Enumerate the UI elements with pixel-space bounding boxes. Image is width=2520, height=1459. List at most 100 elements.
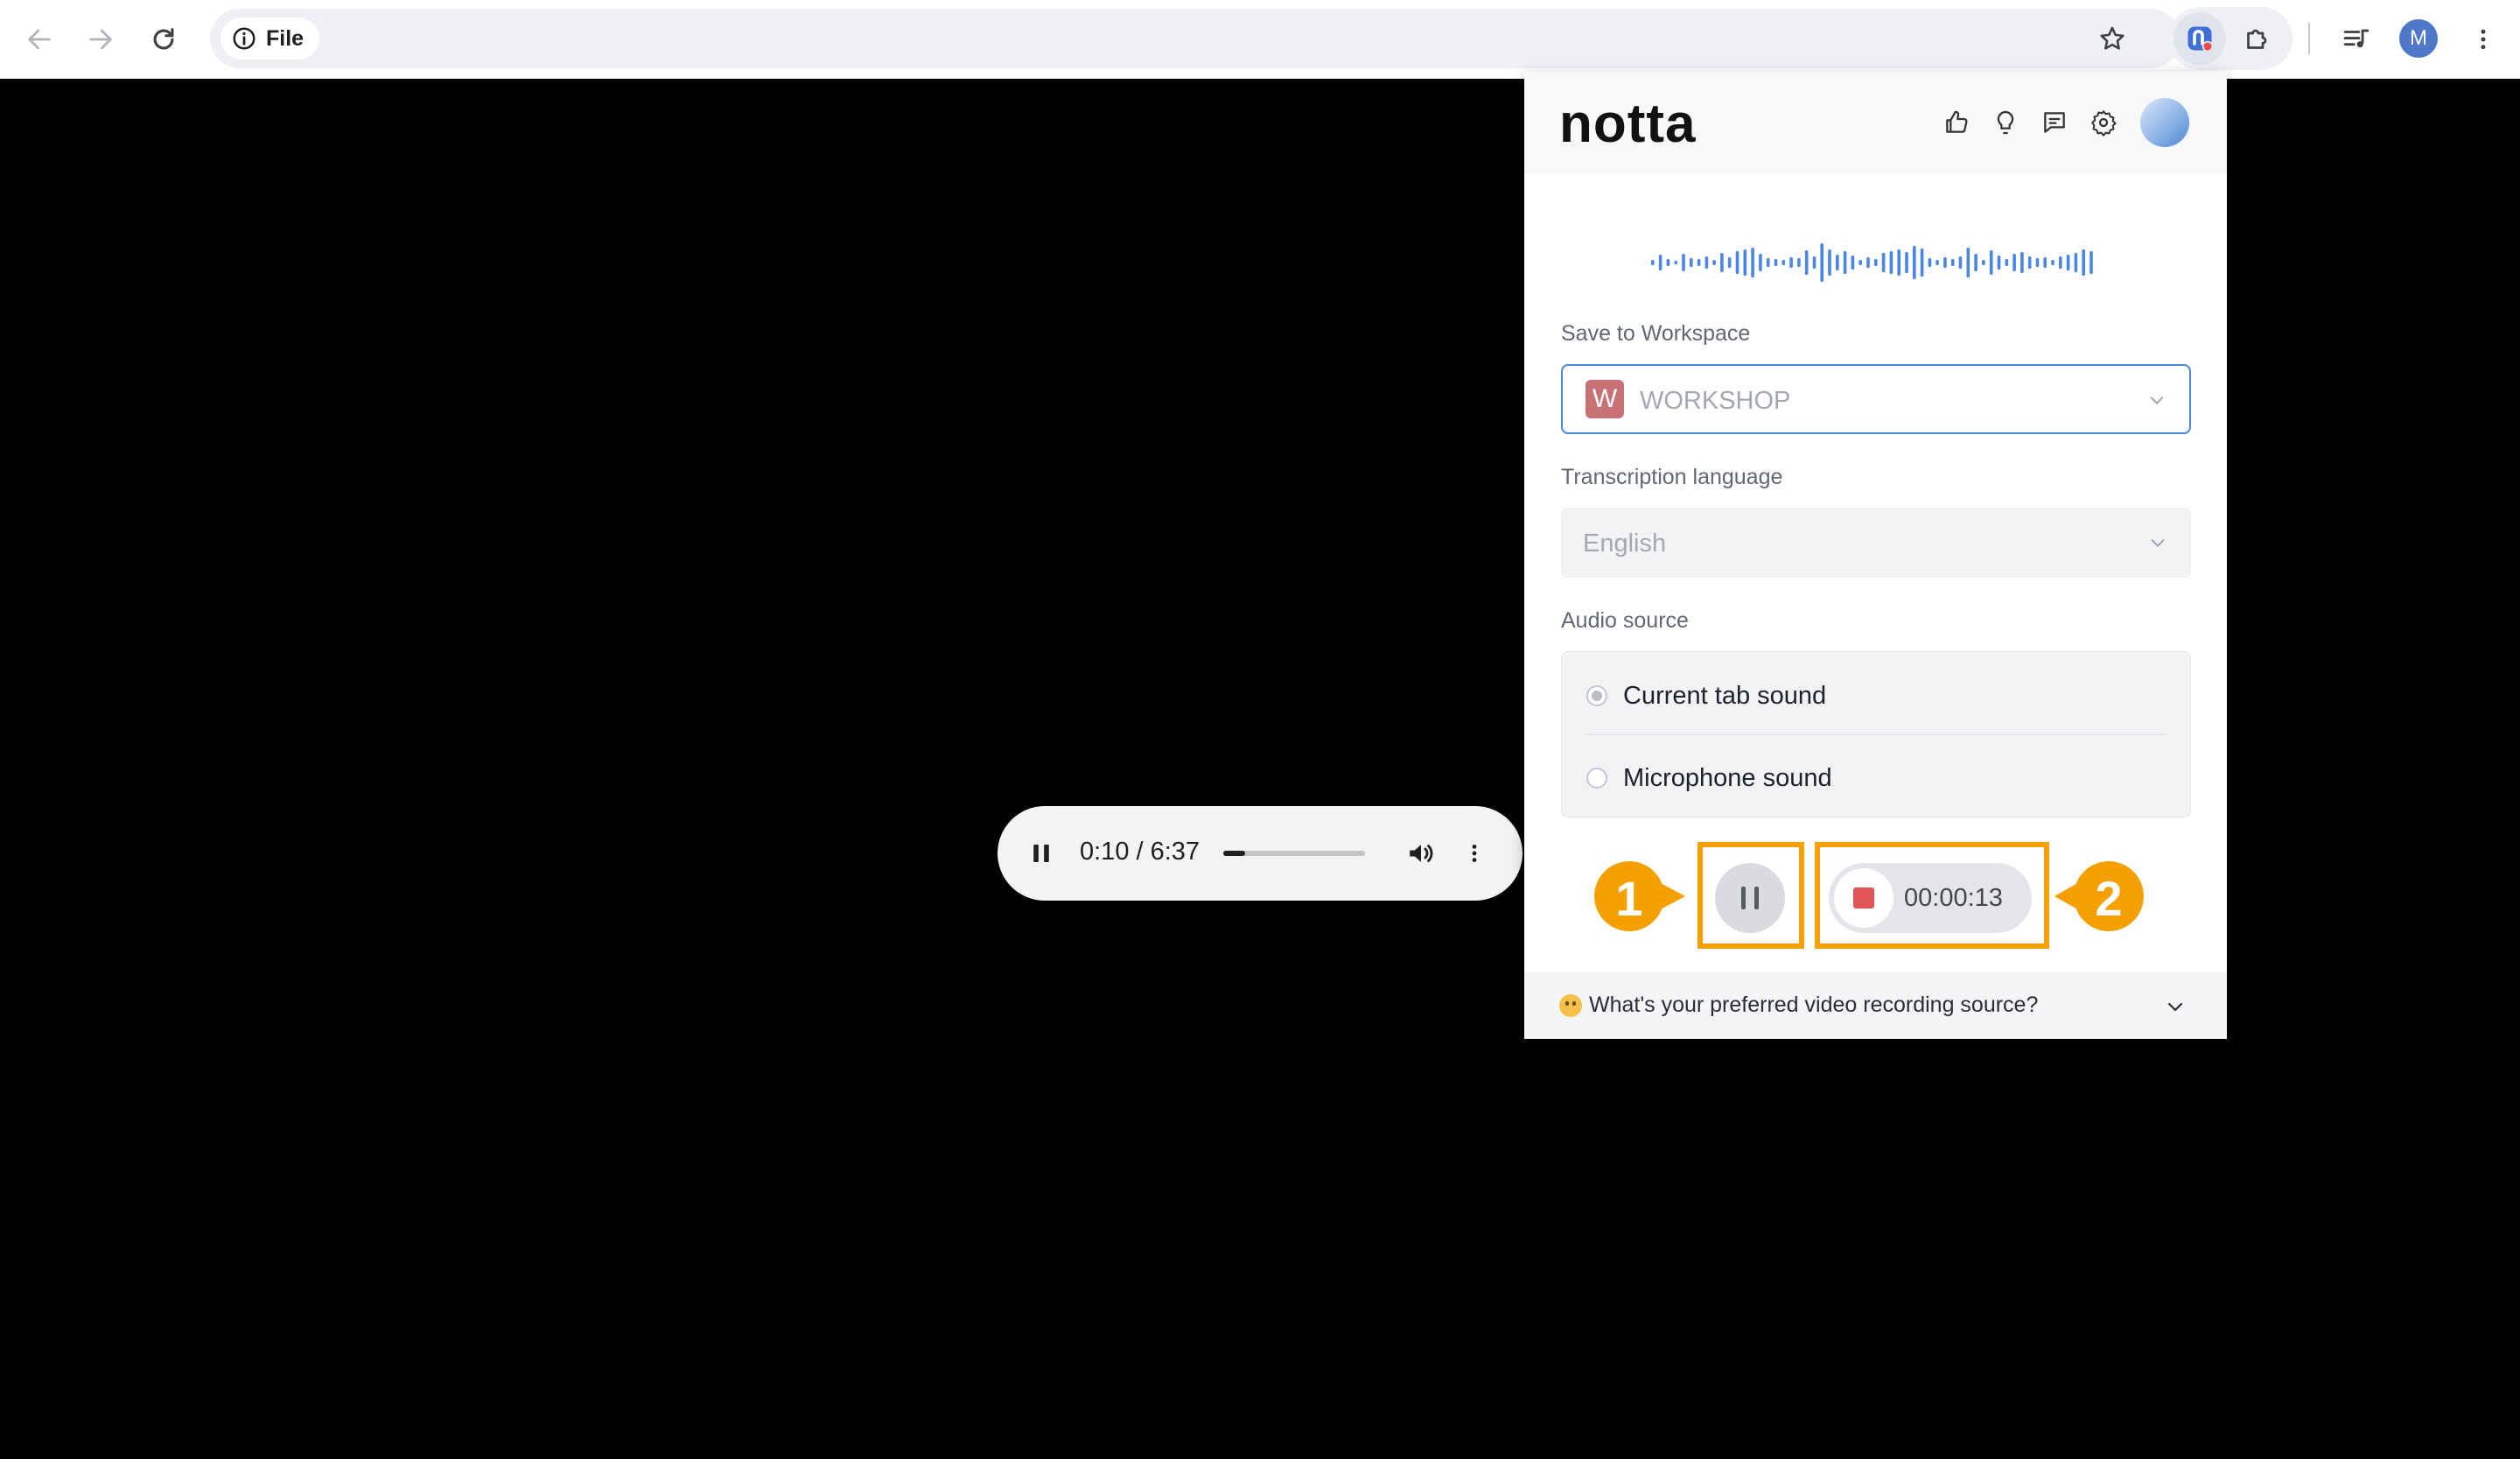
- puzzle-icon: [2247, 29, 2267, 49]
- player-seek-progress: [1223, 851, 1246, 856]
- waveform-bar: [1950, 259, 1955, 266]
- waveform-bar: [1958, 256, 1963, 269]
- waveform-bar: [1866, 257, 1870, 268]
- pause-icon: [1033, 845, 1049, 862]
- waveform-bar: [1797, 258, 1801, 267]
- music-queue-icon: [2343, 29, 2370, 48]
- waveform-bar: [1774, 259, 1778, 266]
- bookmark-star-button[interactable]: [2093, 19, 2132, 58]
- audio-source-label: Audio source: [1561, 608, 1689, 633]
- forward-button[interactable]: [79, 18, 122, 61]
- chevron-down-icon[interactable]: [2165, 996, 2186, 1017]
- waveform-bar: [1751, 248, 1754, 277]
- waveform-bar: [1936, 260, 1939, 265]
- popup-header: notta: [1524, 72, 2227, 173]
- toolbar-divider: [2308, 23, 2310, 54]
- waveform-bar: [1982, 260, 1985, 265]
- waveform-bar: [1735, 251, 1740, 274]
- waveform-bar: [2059, 256, 2062, 269]
- workspace-select[interactable]: W WORKSHOP: [1561, 364, 2191, 434]
- audio-player: 0:10 / 6:37: [998, 806, 1522, 901]
- audio-source-group: Current tab sound Microphone sound: [1561, 651, 2191, 817]
- waveform-bar: [2090, 251, 2093, 274]
- workspace-value: WORKSHOP: [1640, 387, 1791, 415]
- radio-current-tab[interactable]: [1586, 685, 1607, 706]
- recording-stop-control[interactable]: 00:00:13: [1829, 863, 2032, 933]
- waveform-bar: [1666, 259, 1670, 266]
- thinking-face-icon: [1559, 994, 1582, 1017]
- waveform-bar: [1820, 243, 1824, 282]
- waveform-bar: [1997, 256, 2001, 270]
- user-avatar[interactable]: [2140, 98, 2189, 147]
- waveform-bar: [1974, 254, 1978, 271]
- waveform-bar: [1782, 260, 1786, 265]
- feedback-like-button[interactable]: [1939, 105, 1974, 140]
- notta-logo: notta: [1559, 94, 1697, 154]
- audio-option-divider: [1586, 734, 2167, 735]
- waveform-bar: [2035, 258, 2040, 267]
- waveform-bar: [2074, 253, 2078, 272]
- waveform-bar: [1759, 254, 1762, 271]
- waveform-bar: [1836, 255, 1839, 270]
- extensions-menu-button[interactable]: [2235, 16, 2280, 61]
- waveform-bar: [2020, 252, 2024, 273]
- waveform-bar: [1789, 257, 1793, 268]
- survey-footer[interactable]: What's your preferred video recording so…: [1524, 971, 2227, 1039]
- radio-microphone[interactable]: [1586, 768, 1607, 789]
- extensions-group: [2168, 7, 2292, 70]
- arrow-left-icon: [28, 29, 51, 50]
- waveform-bar: [1905, 252, 1908, 273]
- language-select[interactable]: English: [1561, 508, 2191, 578]
- chat-button[interactable]: [2037, 105, 2072, 140]
- more-vertical-icon: [2481, 29, 2486, 50]
- more-vertical-icon: [1472, 845, 1477, 862]
- language-label: Transcription language: [1561, 465, 1783, 489]
- audio-option-current-tab[interactable]: Current tab sound: [1586, 670, 1826, 722]
- waveform-bar: [1874, 259, 1878, 266]
- callout-number: 2: [2095, 871, 2123, 926]
- volume-icon: [1410, 845, 1433, 862]
- waveform-bar: [2027, 256, 2032, 269]
- player-volume-button[interactable]: [1402, 834, 1440, 873]
- waveform-bar: [1851, 256, 1855, 270]
- waveform-bar: [1674, 261, 1677, 264]
- waveform-bar: [2005, 259, 2009, 266]
- back-button[interactable]: [18, 18, 61, 61]
- thumbs-up-icon: [1946, 110, 1968, 133]
- browser-menu-button[interactable]: [2466, 18, 2501, 61]
- waveform-bar: [1943, 257, 1947, 268]
- waveform-bar: [1989, 250, 1993, 275]
- site-info-chip[interactable]: File: [220, 18, 320, 60]
- recording-timer: 00:00:13: [1904, 884, 2003, 912]
- address-bar[interactable]: File: [210, 9, 2180, 68]
- notta-extension-icon: [2188, 26, 2214, 53]
- waveform-bar: [1766, 258, 1770, 267]
- media-controls-button[interactable]: [2334, 18, 2378, 61]
- recording-pause-button[interactable]: [1715, 863, 1785, 933]
- waveform-bar: [1658, 255, 1662, 270]
- stop-recording-button[interactable]: [1834, 868, 1894, 928]
- callout-marker-1: 1: [1594, 856, 1685, 936]
- callout-marker-2: 2: [2054, 856, 2144, 936]
- player-seek-bar[interactable]: [1223, 851, 1365, 856]
- notta-extension-button[interactable]: [2174, 12, 2226, 65]
- language-value: English: [1583, 530, 1667, 558]
- waveform-bar: [1928, 258, 1932, 267]
- waveform-bar: [2051, 260, 2054, 265]
- waveform-bar: [1966, 248, 1970, 277]
- settings-button[interactable]: [2086, 105, 2121, 140]
- audio-option-microphone[interactable]: Microphone sound: [1586, 752, 1832, 804]
- player-pause-button[interactable]: [1022, 834, 1060, 873]
- waveform-bar: [1889, 251, 1894, 274]
- waveform-bar: [1682, 254, 1685, 271]
- chevron-down-icon: [2150, 396, 2164, 404]
- audio-option-label: Microphone sound: [1623, 763, 1832, 792]
- player-more-button[interactable]: [1461, 834, 1488, 873]
- profile-avatar[interactable]: M: [2399, 19, 2438, 58]
- tips-button[interactable]: [1988, 105, 2023, 140]
- callout-number: 1: [1615, 871, 1643, 926]
- waveform-bar: [1920, 249, 1924, 277]
- waveform-bar: [1690, 258, 1693, 267]
- reload-button[interactable]: [142, 18, 186, 61]
- site-chip-label: File: [266, 25, 304, 51]
